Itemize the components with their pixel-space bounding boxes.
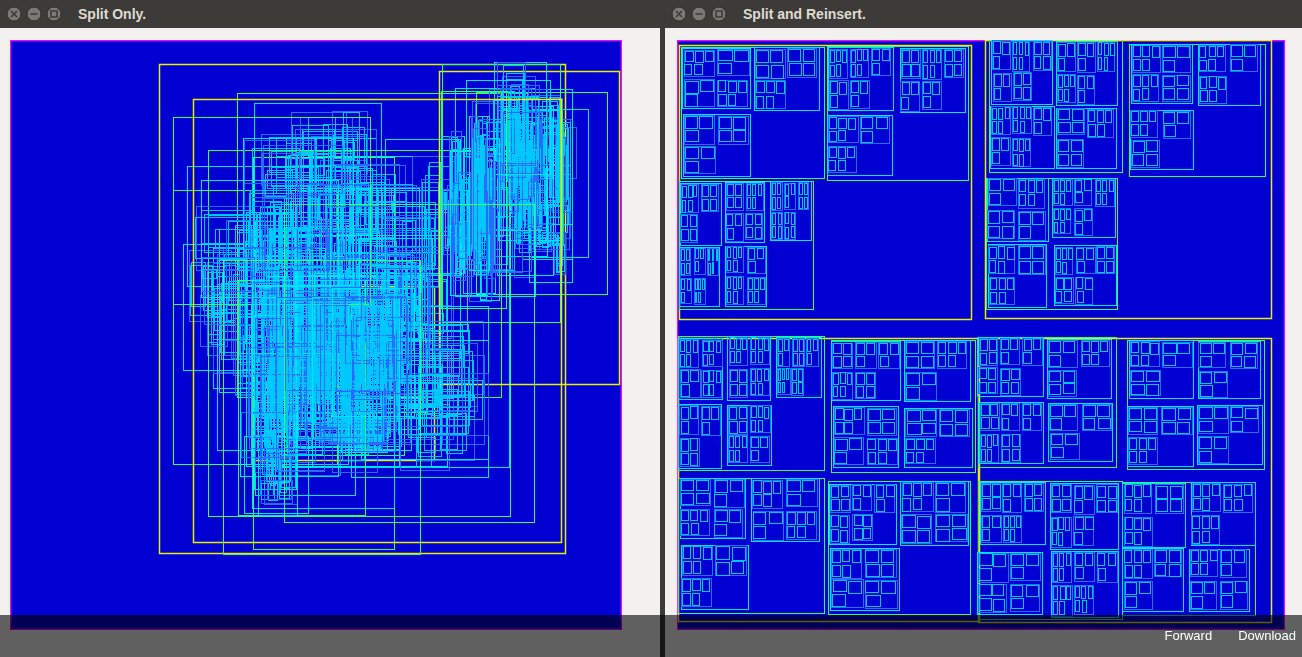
toolbar-action[interactable]: Forward <box>1162 626 1214 646</box>
app-window: Split Only. <box>0 0 660 657</box>
window-title: Split and Reinsert. <box>743 4 866 25</box>
maximize-icon[interactable] <box>46 6 62 22</box>
rtree-canvas <box>10 40 622 630</box>
close-icon[interactable] <box>671 6 687 22</box>
maximize-icon[interactable] <box>711 6 727 22</box>
toolbar-action[interactable]: Download <box>1236 626 1298 646</box>
rtree-canvas <box>677 40 1285 630</box>
viewer-toolbar: Forward Download <box>0 615 1302 657</box>
minimize-icon[interactable] <box>26 6 42 22</box>
window-title: Split Only. <box>78 4 146 25</box>
title-bar: Split Only. <box>0 0 660 28</box>
window-body <box>665 28 1302 657</box>
app-window: Split and Reinsert. <box>665 0 1302 657</box>
title-bar: Split and Reinsert. <box>665 0 1302 28</box>
window-body <box>0 28 660 657</box>
minimize-icon[interactable] <box>691 6 707 22</box>
close-icon[interactable] <box>6 6 22 22</box>
